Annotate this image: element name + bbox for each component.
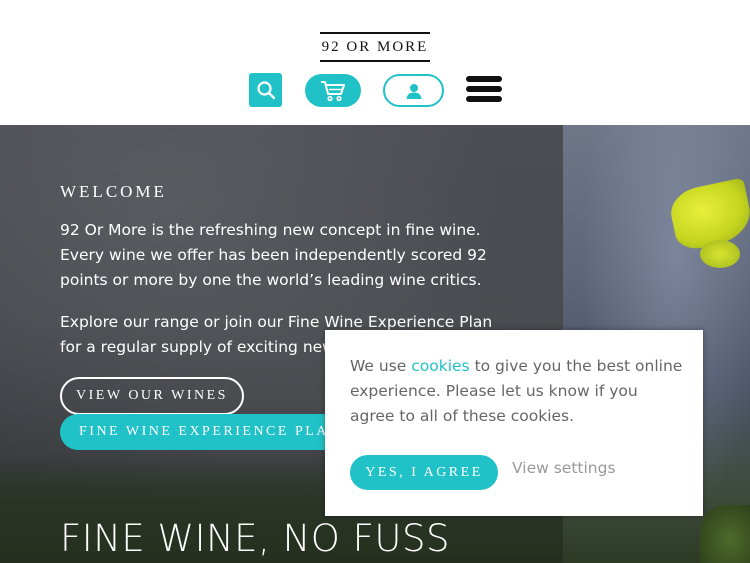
site-header: 92 OR MORE — [0, 0, 750, 125]
hamburger-menu-icon[interactable] — [466, 74, 502, 104]
menu-bar — [466, 86, 502, 92]
account-button[interactable] — [383, 74, 444, 107]
cookie-text-start: We use — [350, 357, 412, 375]
experience-plan-button[interactable]: FINE WINE EXPERIENCE PLAN — [60, 414, 345, 450]
hero-heading: FINE WINE, NO FUSS — [60, 517, 450, 560]
site-logo[interactable]: 92 OR MORE — [320, 32, 430, 62]
cookie-consent-dialog: We use cookies to give you the best onli… — [325, 330, 703, 516]
welcome-heading: WELCOME — [60, 182, 167, 201]
cookie-message: We use cookies to give you the best onli… — [350, 354, 685, 429]
agree-button[interactable]: YES, I AGREE — [350, 455, 498, 490]
search-button[interactable] — [249, 73, 282, 107]
view-settings-link[interactable]: View settings — [512, 459, 616, 477]
intro-text: 92 Or More is the refreshing new concept… — [60, 221, 487, 289]
cart-icon — [321, 80, 345, 101]
menu-bar — [466, 96, 502, 102]
view-wines-button[interactable]: VIEW OUR WINES — [60, 377, 244, 415]
user-icon — [406, 83, 421, 99]
hero-background-foliage — [700, 505, 750, 563]
menu-bar — [466, 76, 502, 82]
cart-button[interactable] — [305, 74, 361, 107]
vine-leaf-image — [700, 240, 740, 268]
cookies-link[interactable]: cookies — [411, 357, 469, 375]
search-icon — [256, 81, 275, 100]
